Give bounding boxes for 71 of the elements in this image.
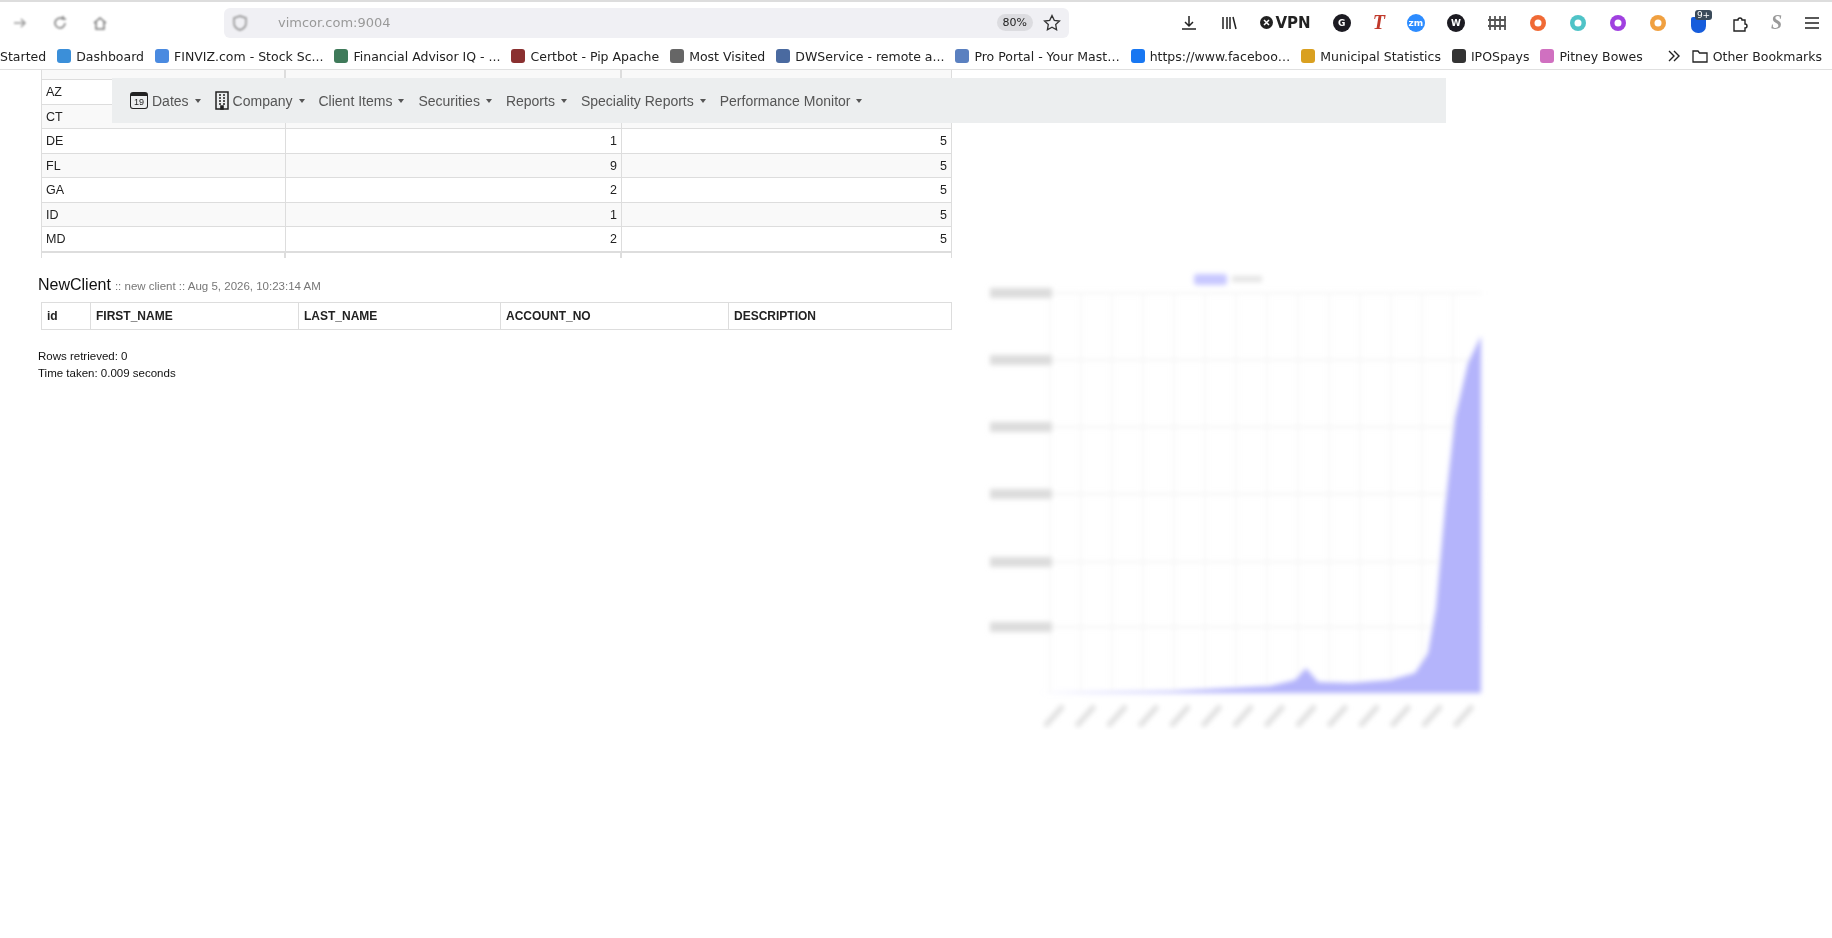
table-cell: GA xyxy=(41,178,285,203)
column-header: DESCRIPTION xyxy=(733,308,817,325)
extension-button[interactable]: W xyxy=(1446,13,1465,32)
nav-menu[interactable]: Client Items xyxy=(318,92,405,109)
table-cell: 1 xyxy=(285,202,621,227)
column-header: LAST_NAME xyxy=(299,303,501,329)
column-header: FIRST_NAME xyxy=(91,303,299,329)
extension-button[interactable]: G xyxy=(1332,13,1351,32)
table-cell: 2 xyxy=(285,227,621,252)
bookmark-link[interactable]: Pro Portal - Your Mast… xyxy=(955,48,1120,64)
bookmark-link[interactable]: Municipal Statistics xyxy=(1301,48,1441,64)
bookmark-link[interactable]: DWService - remote a... xyxy=(776,48,945,64)
menu-icon[interactable] xyxy=(1804,15,1820,30)
chevron-icon[interactable] xyxy=(1666,49,1681,63)
bookmark-link[interactable]: Certbot - Pip Apache xyxy=(511,48,660,64)
fence-icon[interactable] xyxy=(1486,13,1507,32)
vpn-button[interactable]: VPN xyxy=(1259,13,1311,32)
query-title: NewClient xyxy=(38,276,111,294)
caret-icon xyxy=(194,98,201,103)
star-icon[interactable] xyxy=(1043,13,1061,32)
building-icon xyxy=(214,91,229,110)
nav-menu[interactable]: Performance Monitor xyxy=(719,92,863,109)
address-text: vimcor.com:9004 xyxy=(277,15,392,30)
nav-menu[interactable]: Company xyxy=(214,91,305,110)
download-icon[interactable] xyxy=(1179,13,1198,32)
table-cell: 5 xyxy=(621,153,952,178)
caret-icon xyxy=(398,98,405,103)
shield-icon xyxy=(232,14,248,31)
table-cell: MD xyxy=(41,227,285,252)
rows-retrieved-text: Rows retrieved: 0 xyxy=(38,349,129,364)
column-header: id xyxy=(42,303,91,329)
table-cell: 2 xyxy=(285,178,621,203)
zoom-badge[interactable]: 80% xyxy=(996,14,1033,31)
caret-icon xyxy=(699,98,706,103)
nav-menu[interactable]: Speciality Reports xyxy=(580,92,706,109)
nav-menu[interactable]: 19 Dates xyxy=(130,92,201,109)
table-cell: 5 xyxy=(621,178,952,203)
bookmark-link[interactable]: IPOSpays xyxy=(1451,48,1530,64)
bookmark-link[interactable]: Most Visited xyxy=(670,48,766,64)
nav-menu[interactable]: Reports xyxy=(505,92,567,109)
bookmark-link[interactable]: FINVIZ.com - Stock Sc... xyxy=(155,48,324,64)
bookmark-link[interactable]: Financial Advisor IQ - ... xyxy=(334,48,501,64)
time-taken-text: Time taken: 0.009 seconds xyxy=(38,366,177,381)
legend-swatch xyxy=(1194,274,1227,285)
caret-icon xyxy=(560,98,567,103)
table-cell: 5 xyxy=(621,129,952,154)
table-cell: 5 xyxy=(621,227,952,252)
extension-icon[interactable] xyxy=(1608,13,1627,32)
caret-icon xyxy=(485,98,492,103)
table-cell: FL xyxy=(41,153,285,178)
caret-icon xyxy=(856,98,863,103)
table-cell: ID xyxy=(41,202,285,227)
address-bar[interactable]: vimcor.com:9004 80% xyxy=(224,7,1069,38)
bookmark-link[interactable]: Started xyxy=(0,48,47,64)
table-cell: 9 xyxy=(285,153,621,178)
extension-button[interactable]: T xyxy=(1372,11,1385,34)
table-cell: DE xyxy=(41,129,285,154)
table-cell: 5 xyxy=(621,202,952,227)
query-meta: :: new client :: Aug 5, 2026, 10:23:14 AM xyxy=(114,280,321,292)
close-circle-icon xyxy=(1259,16,1273,29)
extension-icon[interactable] xyxy=(1528,13,1547,32)
bookmark-link[interactable]: https://www.faceboo… xyxy=(1130,48,1291,64)
other-bookmarks-folder[interactable]: Other Bookmarks xyxy=(1691,48,1822,64)
table-cell: 1 xyxy=(285,129,621,154)
column-header: ACCOUNT_NO xyxy=(501,303,729,329)
calendar-icon: 19 xyxy=(130,92,148,109)
bookmark-link[interactable]: Dashboard xyxy=(57,48,144,64)
bookmark-link[interactable]: Pitney Bowes xyxy=(1540,48,1643,64)
caret-icon xyxy=(298,98,305,103)
folder-icon xyxy=(1691,49,1708,63)
nav-menu[interactable]: Securities xyxy=(418,92,492,109)
